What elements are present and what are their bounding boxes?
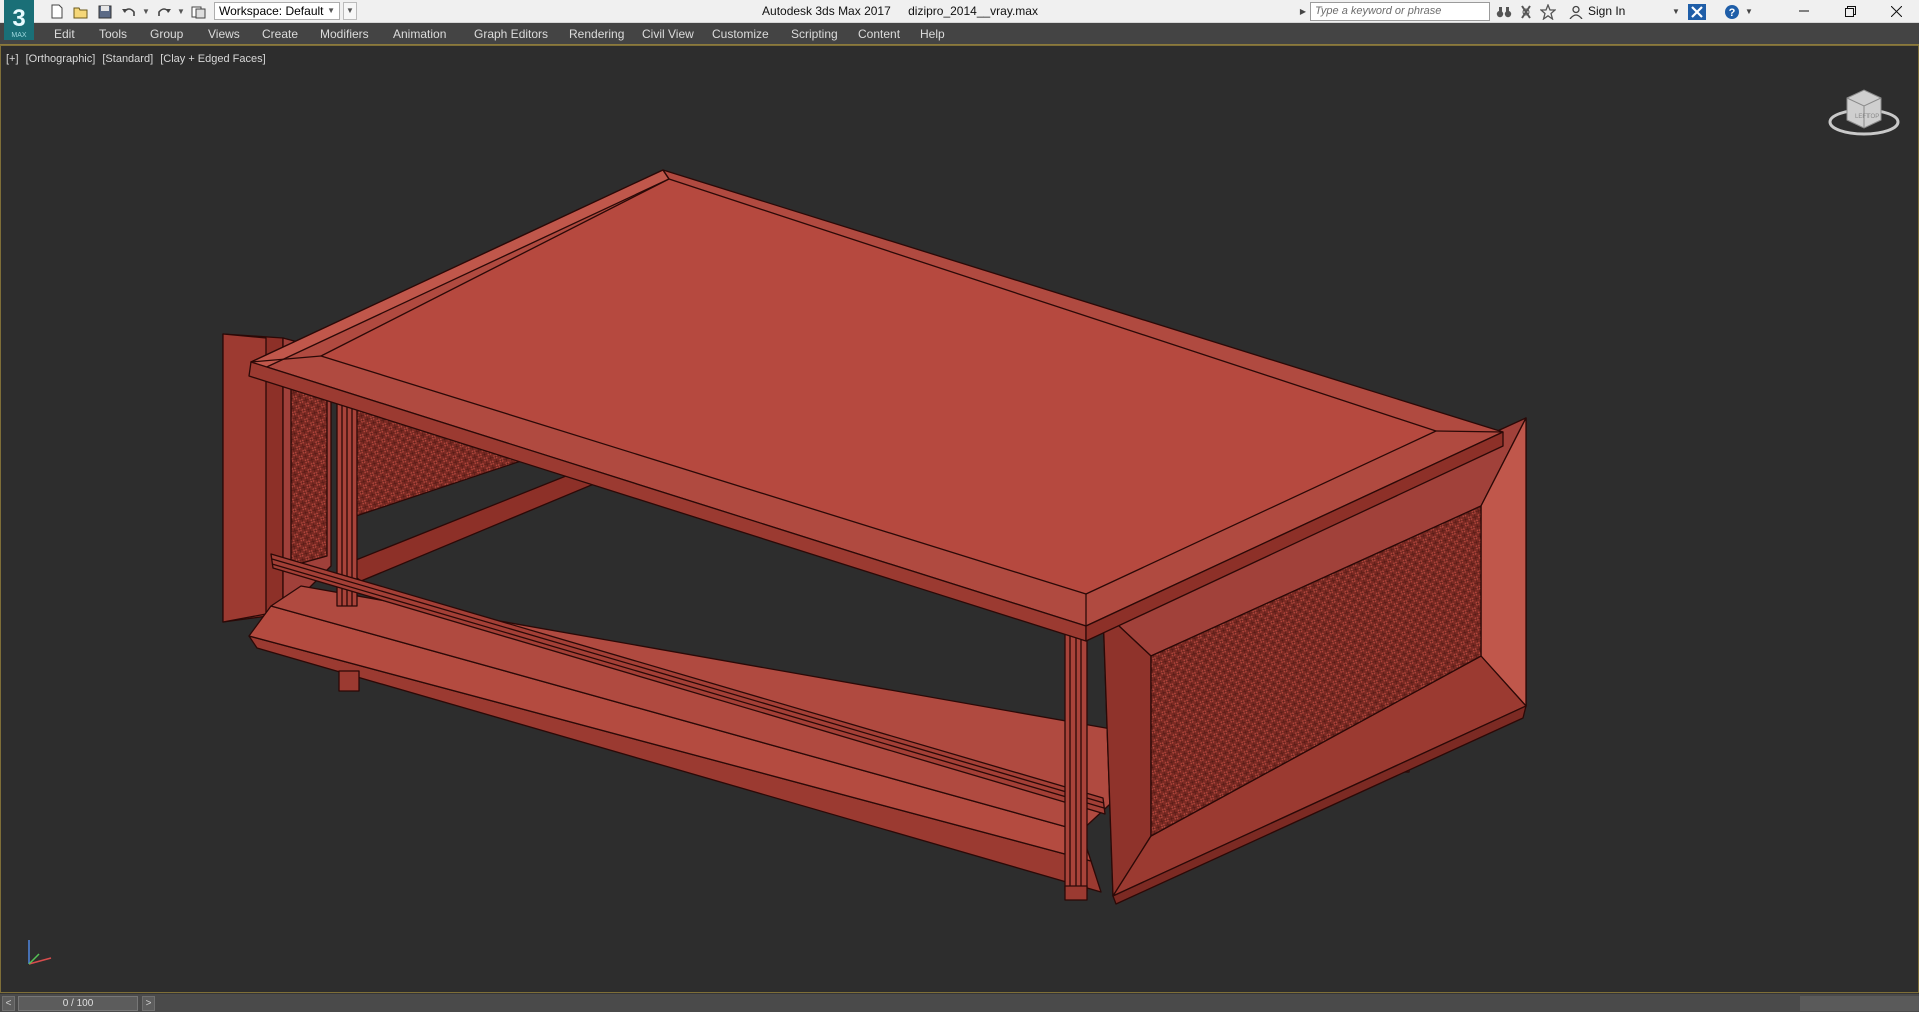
viewport-shading-standard[interactable]: [Standard] [102,53,153,65]
menu-customize[interactable]: Customize [712,23,769,45]
search-input[interactable]: Type a keyword or phrase [1310,2,1490,21]
save-icon[interactable] [95,2,115,21]
menu-views[interactable]: Views [208,23,240,45]
time-slider[interactable]: < 0 / 100 > [0,993,1919,1012]
user-icon[interactable] [1566,2,1586,21]
time-slider-next-button[interactable]: > [142,996,155,1011]
viewport-display-mode[interactable]: [Clay + Edged Faces] [160,53,265,65]
app-logo-text: 3 [12,5,25,32]
menu-help[interactable]: Help [920,23,945,45]
menu-graph-editors[interactable]: Graph Editors [474,23,548,45]
subscription-center-icon[interactable] [1516,2,1536,21]
menu-create[interactable]: Create [262,23,298,45]
menu-group[interactable]: Group [150,23,183,45]
menu-rendering[interactable]: Rendering [569,23,624,45]
menu-edit[interactable]: Edit [54,23,75,45]
viewport-menu-plus[interactable]: [+] [6,53,19,65]
close-button[interactable] [1873,0,1919,22]
app-name: Autodesk 3ds Max 2017 [762,4,891,18]
chevron-down-icon: ▼ [327,6,335,15]
svg-text:?: ? [1729,7,1736,19]
time-slider-handle[interactable]: 0 / 100 [18,996,138,1011]
project-folder-icon[interactable] [189,2,209,21]
exchange-apps-icon[interactable] [1687,2,1707,21]
help-dropdown-icon[interactable]: ▼ [1745,2,1753,21]
file-name: dizipro_2014__vray.max [908,4,1038,18]
coffee-table-model[interactable] [1,46,1919,993]
undo-icon[interactable] [119,2,139,21]
quick-access-customize-icon[interactable]: ▼ [343,2,357,20]
sign-in-dropdown-icon[interactable]: ▼ [1672,2,1680,21]
menu-bar: Edit Tools Group Views Create Modifiers … [0,23,1919,45]
help-icon[interactable]: ? [1722,2,1742,21]
open-file-icon[interactable] [71,2,91,21]
app-logo[interactable]: 3 MAX [2,0,38,44]
viewport-point-of-view[interactable]: [Orthographic] [26,53,96,65]
search-expand-icon[interactable]: ▶ [1298,3,1308,20]
viewcube-top-face[interactable]: TOP [1867,114,1879,120]
menu-animation[interactable]: Animation [393,23,446,45]
binoculars-icon[interactable] [1494,2,1514,21]
new-file-icon[interactable] [47,2,67,21]
workspace-select[interactable]: Workspace: Default ▼ [214,2,340,20]
axis-tripod-icon [23,936,59,975]
menu-tools[interactable]: Tools [99,23,127,45]
title-bar: ▼ ▼ Workspace: Default ▼ ▼ Autodesk 3ds … [0,0,1919,23]
time-slider-prev-button[interactable]: < [2,996,15,1011]
time-slider-scroll-thumb[interactable] [1800,996,1919,1011]
menu-civil-view[interactable]: Civil View [642,23,694,45]
workspace-select-value: Workspace: Default [219,4,324,18]
menu-scripting[interactable]: Scripting [791,23,838,45]
restore-button[interactable] [1827,0,1873,22]
viewcube[interactable]: LEFT TOP [1827,80,1901,145]
menu-content[interactable]: Content [858,23,900,45]
app-logo-subtext: MAX [11,32,27,39]
undo-dropdown-icon[interactable]: ▼ [142,2,150,21]
minimize-button[interactable] [1781,0,1827,22]
menu-modifiers[interactable]: Modifiers [320,23,369,45]
star-icon[interactable] [1538,2,1558,21]
redo-dropdown-icon[interactable]: ▼ [177,2,185,21]
viewport-label[interactable]: [+] [Orthographic] [Standard] [Clay + Ed… [6,53,270,65]
perspective-viewport[interactable]: [+] [Orthographic] [Standard] [Clay + Ed… [0,45,1919,993]
sign-in-button[interactable]: Sign In [1588,2,1625,21]
redo-icon[interactable] [154,2,174,21]
